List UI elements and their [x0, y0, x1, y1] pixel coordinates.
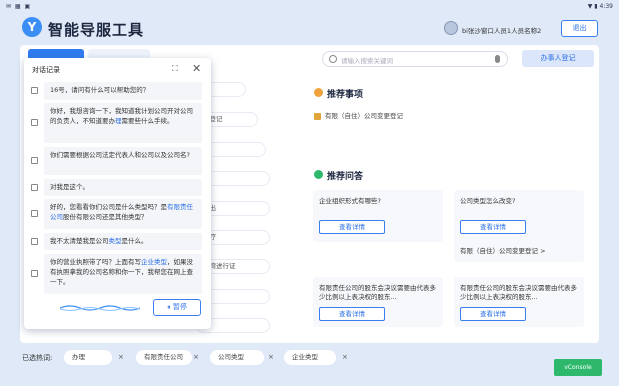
view-detail-button[interactable]: 查看详情 — [319, 220, 385, 234]
message-row: 我不太清楚我是公司类型是什么。 — [30, 233, 205, 250]
questions-title: 推荐问答 — [327, 172, 364, 182]
user-name: bi张沙窗口人员1人员名称2 — [462, 27, 542, 35]
exit-button[interactable]: 退出 — [561, 20, 598, 37]
message-checkbox[interactable] — [31, 210, 38, 217]
top-bar: ✉ ▦ ▣ ▼ ▮ 4:39 Y 智能导服工具 bi张沙窗口人员1人员名称2 退… — [0, 0, 619, 46]
close-icon[interactable]: ✕ — [192, 62, 201, 75]
message-row: 你们需要根据公司法定代表人和公司以及公司名? — [30, 147, 205, 175]
message-text: 对我是这个。 — [44, 179, 202, 196]
recommend-icon — [314, 88, 323, 97]
qa-question: 企业组织形式有哪些? — [319, 197, 381, 205]
message-row: 你的营业执照带了吗？上面有写企业类型，如果没有执照拿我的公司名称和你一下，我帮您… — [30, 254, 205, 294]
restore-icon[interactable]: ⛶ — [172, 64, 178, 74]
message-checkbox[interactable] — [31, 270, 38, 277]
close-icon[interactable]: × — [268, 353, 274, 361]
voice-wave-icon — [60, 305, 140, 311]
search-icon — [329, 55, 337, 63]
pause-button[interactable]: ⏸ 暂停 — [153, 299, 201, 316]
close-icon[interactable]: × — [342, 353, 348, 361]
message-checkbox[interactable] — [31, 184, 38, 191]
hot-word-chip[interactable]: 公司类型 — [210, 350, 264, 365]
close-icon[interactable]: × — [193, 353, 199, 361]
qa-card: 企业组织形式有哪些? 查看详情 — [313, 190, 443, 242]
recommend-title: 推荐事项 — [327, 90, 364, 100]
message-text: 你好，我想咨询一下，我知道我计划公司开对公司的负责人，不知道要办理需要些什么手续… — [44, 103, 202, 143]
view-detail-button[interactable]: 查看详情 — [319, 307, 385, 321]
close-icon[interactable]: × — [118, 353, 124, 361]
qa-question: 有限责任公司的股东会决议需要由代表多少比例以上表决权的股东... — [319, 284, 436, 301]
status-icons-left: ✉ ▦ ▣ — [6, 3, 32, 10]
message-row: 你好，我想咨询一下，我知道我计划公司开对公司的负责人，不知道要办理需要些什么手续… — [30, 103, 205, 143]
message-text: 我不太清楚我是公司类型是什么。 — [44, 233, 202, 250]
message-text: 你们需要根据公司法定代表人和公司以及公司名? — [44, 147, 202, 175]
register-button[interactable]: 办事人登记 — [522, 50, 594, 67]
message-row: 好的，您看看你们公司是什么类型吗？是有限责任公司股份有限公司还是其他类型？ — [30, 199, 205, 229]
qa-card: 有限责任公司的股东会决议需要由代表多少比例以上表决权的股东... 查看详情 — [313, 277, 443, 327]
recommend-item-label: 有限（自住）公司变更登记 — [325, 112, 403, 120]
qa-card: 公司类型怎么改变? 查看详情 有限（自住）公司变更登记 > — [454, 190, 584, 262]
view-detail-button[interactable]: 查看详情 — [460, 307, 526, 321]
hot-word-chip[interactable]: 办理 — [64, 350, 112, 365]
conversation-dialog: 对话记录 ⛶ ✕ 16号，请问有什么可以帮助您的？ 你好，我想咨询一下，我知道我… — [24, 58, 211, 329]
qa-related-link[interactable]: 有限（自住）公司变更登记 > — [460, 245, 546, 255]
message-checkbox[interactable] — [31, 238, 38, 245]
vconsole-button[interactable]: vConsole — [554, 359, 602, 376]
microphone-icon[interactable] — [495, 55, 500, 63]
search-placeholder: 请输入搜索关键词 — [341, 57, 393, 65]
message-row: 对我是这个。 — [30, 179, 205, 196]
message-row: 16号，请问有什么可以帮助您的？ — [30, 82, 205, 100]
qa-card: 有限责任公司的股东会决议需要由代表多少比例以上表决权的股东... 查看详情 — [454, 277, 584, 327]
qa-question: 公司类型怎么改变? — [460, 197, 516, 205]
app-title: 智能导服工具 — [48, 21, 145, 39]
user-avatar — [444, 21, 458, 35]
question-icon — [314, 170, 323, 179]
message-checkbox[interactable] — [31, 157, 38, 164]
search-input[interactable]: 请输入搜索关键词 — [322, 51, 508, 67]
qa-question: 有限责任公司的股东会决议需要由代表多少比例以上表决权的股东... — [460, 284, 577, 301]
recommend-item[interactable]: 有限（自住）公司变更登记 — [314, 110, 442, 125]
status-icons-right: ▼ ▮ 4:39 — [587, 3, 613, 10]
message-text: 16号，请问有什么可以帮助您的？ — [44, 82, 202, 100]
message-text: 好的，您看看你们公司是什么类型吗？是有限责任公司股份有限公司还是其他类型？ — [44, 199, 202, 229]
message-checkbox[interactable] — [31, 119, 38, 126]
keyword-link[interactable]: 企业类型 — [141, 258, 167, 266]
dialog-title: 对话记录 — [32, 66, 60, 74]
document-icon — [314, 112, 321, 120]
message-text: 你的营业执照带了吗？上面有写企业类型，如果没有执照拿我的公司名称和你一下，我帮您… — [44, 254, 202, 294]
message-checkbox[interactable] — [31, 87, 38, 94]
hot-word-chip[interactable]: 企业类型 — [284, 350, 336, 365]
app-logo-icon: Y — [22, 17, 42, 37]
hot-word-chip[interactable]: 有限责任公司 — [136, 350, 192, 365]
view-detail-button[interactable]: 查看详情 — [460, 220, 526, 234]
hot-words-label: 已选热词: — [22, 354, 53, 362]
keyword-link[interactable]: 类型 — [109, 237, 122, 245]
